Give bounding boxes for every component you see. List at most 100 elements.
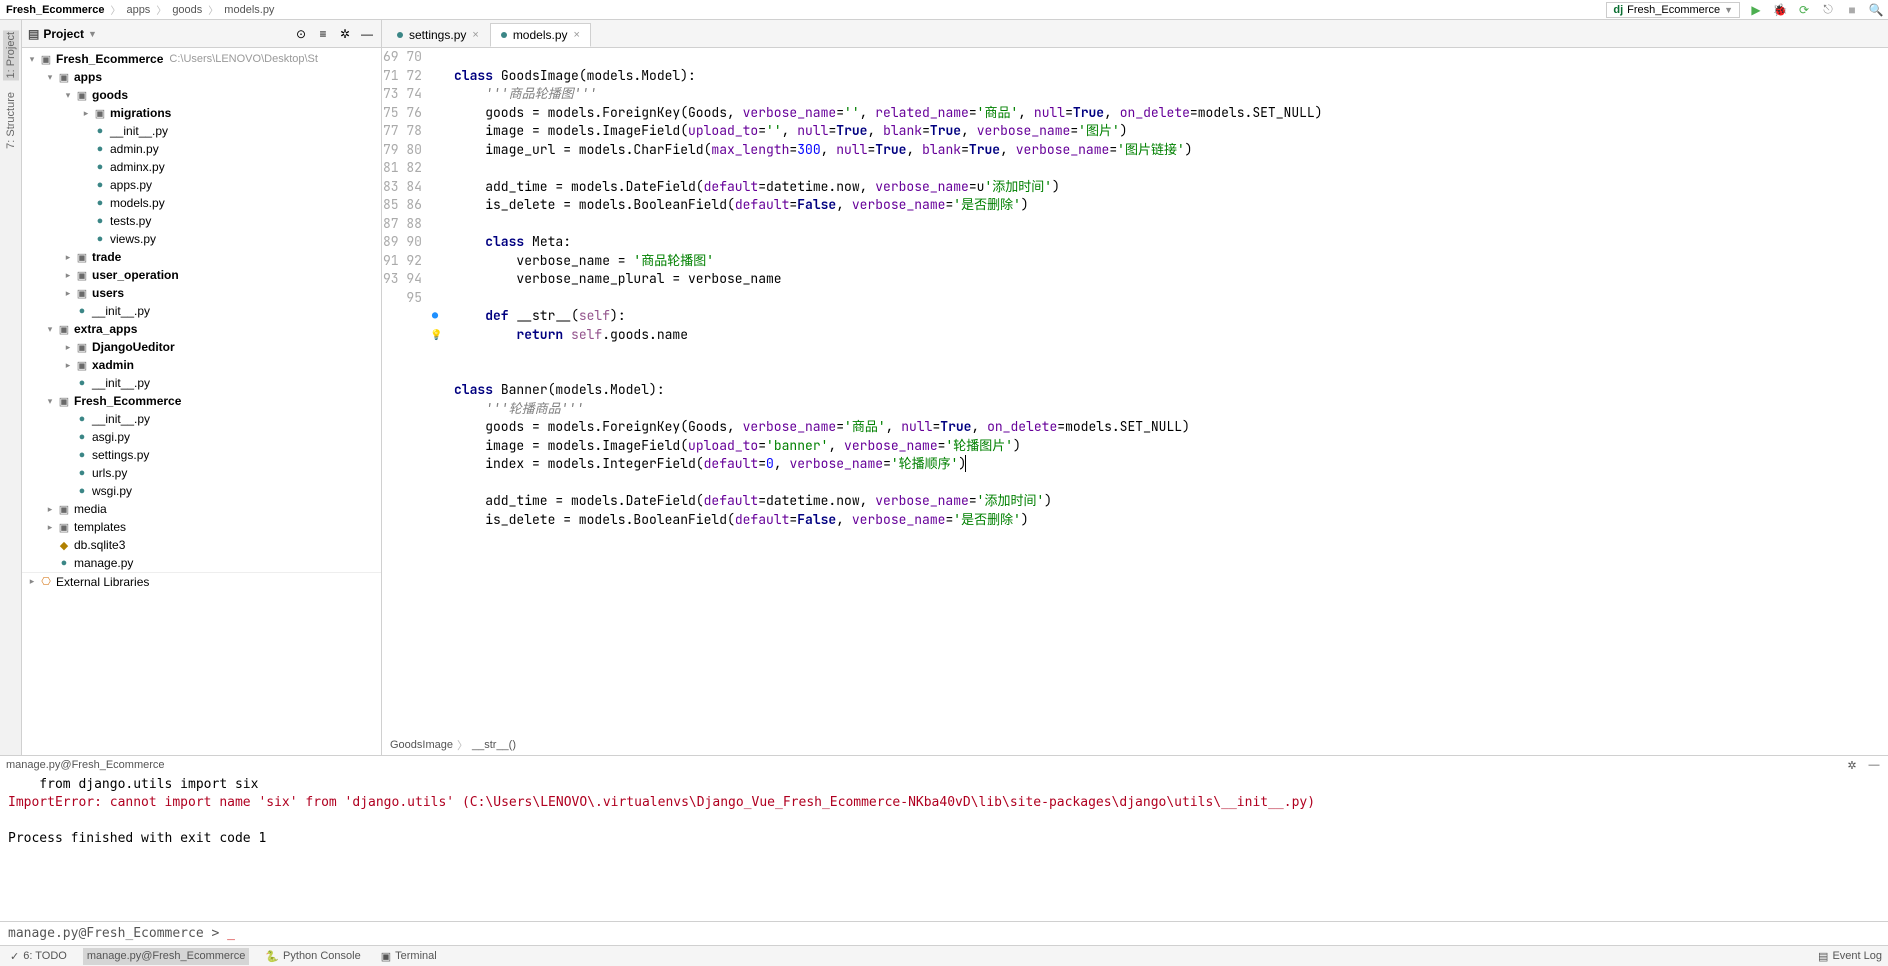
folder-icon: ▣ [74, 341, 90, 354]
tree-label: models.py [110, 196, 165, 210]
tree-item[interactable]: ●asgi.py [22, 428, 381, 446]
tree-item[interactable]: ▾▣apps [22, 68, 381, 86]
bottom-tab[interactable]: ▣Terminal [377, 948, 441, 965]
tree-item[interactable]: ▾▣goods [22, 86, 381, 104]
stop-button[interactable]: ■ [1844, 2, 1860, 18]
expand-button[interactable]: ≡ [315, 26, 331, 42]
tree-toggle[interactable]: ▸ [62, 342, 74, 353]
project-sidebar: ▤ Project ▼ ⊙ ≡ ✲ — ▾▣Fresh_EcommerceC:\… [22, 20, 382, 755]
code-content[interactable]: class GoodsImage(models.Model): '''商品轮播图… [446, 48, 1888, 733]
tree-item[interactable]: ▾▣extra_apps [22, 320, 381, 338]
bottom-tab[interactable]: 🐍Python Console [261, 948, 364, 965]
python-file-icon: ● [92, 125, 108, 137]
tree-toggle[interactable]: ▸ [62, 360, 74, 371]
editor-crumb-class[interactable]: GoodsImage [390, 739, 453, 751]
python-file-icon: ● [74, 431, 90, 443]
tree-item[interactable]: ●__init__.py [22, 410, 381, 428]
tree-toggle[interactable]: ▸ [44, 504, 56, 515]
tree-item[interactable]: ▸▣users [22, 284, 381, 302]
collapse-button[interactable]: — [359, 26, 375, 42]
tree-item[interactable]: ●urls.py [22, 464, 381, 482]
tree-toggle[interactable]: ▾ [44, 396, 56, 407]
tree-label: apps [74, 70, 102, 84]
tree-toggle[interactable]: ▾ [62, 90, 74, 101]
chevron-right-icon: 〉 [156, 2, 166, 17]
breadcrumb-item[interactable]: apps [124, 4, 152, 16]
tab-label: Terminal [395, 950, 437, 962]
tree-item[interactable]: ●__init__.py [22, 122, 381, 140]
tree-item[interactable]: ●__init__.py [22, 374, 381, 392]
settings-icon[interactable]: ✲ [337, 26, 353, 42]
tree-item[interactable]: ●wsgi.py [22, 482, 381, 500]
gutter-mark[interactable]: ●💡 [432, 307, 446, 344]
tree-toggle[interactable]: ▸ [62, 270, 74, 281]
tree-toggle[interactable]: ▸ [62, 252, 74, 263]
run-config-selector[interactable]: dj Fresh_Ecommerce ▼ [1606, 2, 1740, 18]
tree-item[interactable]: ▸▣trade [22, 248, 381, 266]
tree-toggle[interactable]: ▾ [44, 72, 56, 83]
bottom-tab[interactable]: manage.py@Fresh_Ecommerce [83, 948, 250, 965]
tree-item[interactable]: ●views.py [22, 230, 381, 248]
python-file-icon: ● [74, 485, 90, 497]
tree-path: C:\Users\LENOVO\Desktop\St [169, 53, 318, 65]
tree-item[interactable]: ●__init__.py [22, 302, 381, 320]
tree-item[interactable]: ●apps.py [22, 176, 381, 194]
editor-tabs: settings.py×models.py× [382, 20, 1888, 48]
python-file-icon: ● [56, 557, 72, 569]
close-icon[interactable]: × [472, 29, 478, 41]
attach-button[interactable]: ⎋ [1820, 2, 1836, 18]
tree-item[interactable]: ▸▣media [22, 500, 381, 518]
external-libraries[interactable]: ▸⎔External Libraries [22, 572, 381, 590]
tree-toggle[interactable]: ▸ [26, 576, 38, 587]
editor-breadcrumb[interactable]: GoodsImage 〉 __str__() [382, 733, 1888, 755]
chevron-down-icon[interactable]: ▼ [88, 29, 97, 39]
tree-item[interactable]: ●manage.py [22, 554, 381, 572]
tree-toggle[interactable]: ▸ [62, 288, 74, 299]
bottom-tab[interactable]: ✓6: TODO [6, 948, 71, 965]
editor-tab[interactable]: models.py× [490, 23, 591, 47]
run-button[interactable]: ▶ [1748, 2, 1764, 18]
tree-label: DjangoUeditor [92, 340, 175, 354]
tree-item[interactable]: ◆db.sqlite3 [22, 536, 381, 554]
search-everywhere-button[interactable]: 🔍 [1868, 2, 1884, 18]
tree-item[interactable]: ●adminx.py [22, 158, 381, 176]
hide-button[interactable]: — [1866, 757, 1882, 773]
python-file-icon [501, 32, 507, 38]
tree-toggle[interactable]: ▾ [44, 324, 56, 335]
console-output[interactable]: from django.utils import six ImportError… [0, 774, 1888, 921]
tree-root[interactable]: ▾▣Fresh_EcommerceC:\Users\LENOVO\Desktop… [22, 50, 381, 68]
project-tool-tab[interactable]: 1: Project [3, 30, 19, 80]
close-icon[interactable]: × [574, 29, 580, 41]
editor-crumb-method[interactable]: __str__() [472, 739, 516, 751]
tree-toggle[interactable]: ▸ [44, 522, 56, 533]
python-file-icon: ● [74, 377, 90, 389]
tree-toggle[interactable]: ▸ [80, 108, 92, 119]
code-editor[interactable]: 69 70 71 72 73 74 75 76 77 78 79 80 81 8… [382, 48, 1888, 733]
tree-item[interactable]: ▸▣migrations [22, 104, 381, 122]
console-prompt[interactable]: manage.py@Fresh_Ecommerce > _ [0, 921, 1888, 945]
tree-item[interactable]: ▾▣Fresh_Ecommerce [22, 392, 381, 410]
tree-item[interactable]: ▸▣user_operation [22, 266, 381, 284]
tree-item[interactable]: ▸▣DjangoUeditor [22, 338, 381, 356]
debug-button[interactable]: 🐞 [1772, 2, 1788, 18]
breadcrumb-item[interactable]: models.py [222, 4, 276, 16]
tree-item[interactable]: ●settings.py [22, 446, 381, 464]
tree-item[interactable]: ●tests.py [22, 212, 381, 230]
tree-item[interactable]: ●admin.py [22, 140, 381, 158]
folder-icon: ▣ [74, 269, 90, 282]
structure-tool-tab[interactable]: 7: Structure [5, 92, 17, 149]
breadcrumb-item[interactable]: Fresh_Ecommerce [4, 4, 106, 16]
run-coverage-button[interactable]: ⟳ [1796, 2, 1812, 18]
tree-toggle[interactable]: ▾ [26, 54, 38, 65]
editor-gutter-marks: ●💡 [430, 48, 446, 733]
breadcrumb-item[interactable]: goods [170, 4, 204, 16]
folder-icon: ▣ [38, 53, 54, 66]
settings-icon[interactable]: ✲ [1844, 757, 1860, 773]
tree-item[interactable]: ●models.py [22, 194, 381, 212]
event-log-button[interactable]: ▤ Event Log [1818, 950, 1882, 963]
tree-item[interactable]: ▸▣xadmin [22, 356, 381, 374]
editor-tab[interactable]: settings.py× [386, 23, 490, 47]
project-tree[interactable]: ▾▣Fresh_Ecommerce C:\Users\LENOVO\Desktop… [22, 48, 381, 755]
locate-button[interactable]: ⊙ [293, 26, 309, 42]
tree-item[interactable]: ▸▣templates [22, 518, 381, 536]
